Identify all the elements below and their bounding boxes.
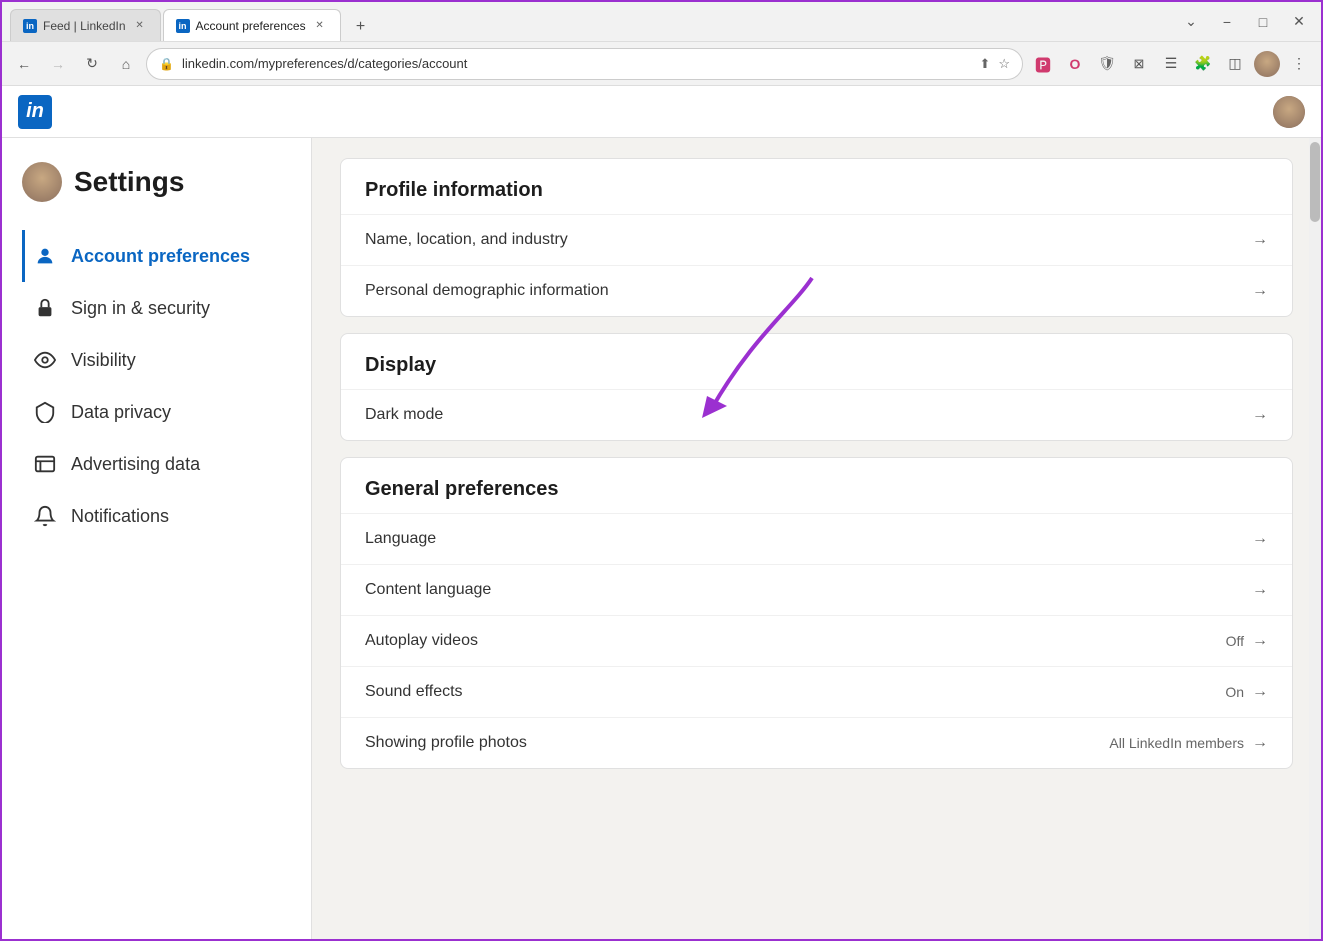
showing-profile-photos-value: All LinkedIn members <box>1109 735 1244 751</box>
sidebar-toggle-icon[interactable]: ◫ <box>1221 50 1249 78</box>
tab-account[interactable]: in Account preferences ✕ <box>163 9 341 41</box>
sidebar-item-visibility-label: Visibility <box>71 350 136 371</box>
minimize-button[interactable]: − <box>1213 8 1241 36</box>
sidebar-item-data-privacy[interactable]: Data privacy <box>22 386 291 438</box>
sidebar-item-notifications[interactable]: Notifications <box>22 490 291 542</box>
main-panel: Profile information Name, location, and … <box>312 138 1321 939</box>
showing-profile-photos-item[interactable]: Showing profile photos All LinkedIn memb… <box>341 717 1292 768</box>
back-button[interactable]: ← <box>10 50 38 78</box>
forward-button[interactable]: → <box>44 50 72 78</box>
name-location-label: Name, location, and industry <box>365 231 1252 249</box>
content-area: Settings Account preferences <box>2 138 1321 939</box>
new-tab-button[interactable]: + <box>347 13 375 41</box>
content-language-label: Content language <box>365 581 1252 599</box>
browser-titlebar: in Feed | LinkedIn ✕ in Account preferen… <box>2 2 1321 42</box>
sidebar-item-data-privacy-label: Data privacy <box>71 402 171 423</box>
profile-information-card: Profile information Name, location, and … <box>340 158 1293 317</box>
general-preferences-title: General preferences <box>341 458 1292 513</box>
sidebar-item-account-preferences[interactable]: Account preferences <box>22 230 291 282</box>
content-language-item[interactable]: Content language → <box>341 564 1292 615</box>
eye-icon <box>33 348 57 372</box>
personal-demographic-item[interactable]: Personal demographic information → <box>341 265 1292 316</box>
settings-avatar <box>22 162 62 202</box>
content-language-arrow: → <box>1252 581 1268 599</box>
autoplay-videos-value: Off <box>1226 633 1244 649</box>
profile-information-title: Profile information <box>341 159 1292 214</box>
linkedin-logo[interactable]: in <box>18 95 52 129</box>
tab-bar: in Feed | LinkedIn ✕ in Account preferen… <box>10 2 375 41</box>
language-item[interactable]: Language → <box>341 513 1292 564</box>
linkedin-header: in <box>2 86 1321 138</box>
sound-effects-value: On <box>1225 684 1244 700</box>
tab-list-button[interactable]: ⌄ <box>1177 8 1205 36</box>
general-preferences-card: General preferences Language → Content l… <box>340 457 1293 769</box>
maximize-button[interactable]: □ <box>1249 8 1277 36</box>
browser-frame: in Feed | LinkedIn ✕ in Account preferen… <box>0 0 1323 941</box>
sidebar-item-advertising-data[interactable]: Advertising data <box>22 438 291 490</box>
display-card: Display Dark mode → <box>340 333 1293 441</box>
puzzle-icon[interactable]: 🧩 <box>1189 50 1217 78</box>
showing-profile-photos-label: Showing profile photos <box>365 734 1109 752</box>
bell-icon <box>33 504 57 528</box>
share-icon[interactable]: ⬆ <box>979 56 990 72</box>
address-bar[interactable]: 🔒 linkedin.com/mypreferences/d/categorie… <box>146 48 1023 80</box>
tab-feed-close[interactable]: ✕ <box>132 18 148 34</box>
tab-feed[interactable]: in Feed | LinkedIn ✕ <box>10 9 161 41</box>
address-text: linkedin.com/mypreferences/d/categories/… <box>182 56 971 71</box>
personal-demographic-label: Personal demographic information <box>365 282 1252 300</box>
autoplay-videos-arrow: → <box>1252 632 1268 650</box>
sidebar-item-notifications-label: Notifications <box>71 506 169 527</box>
header-right <box>1273 96 1305 128</box>
autoplay-videos-label: Autoplay videos <box>365 632 1226 650</box>
name-location-item[interactable]: Name, location, and industry → <box>341 214 1292 265</box>
display-title: Display <box>341 334 1292 389</box>
shield-icon <box>33 400 57 424</box>
header-avatar[interactable] <box>1273 96 1305 128</box>
person-icon <box>33 244 57 268</box>
opera-extension-icon[interactable]: O <box>1061 50 1089 78</box>
sound-effects-arrow: → <box>1252 683 1268 701</box>
settings-title: Settings <box>74 166 184 198</box>
reload-button[interactable]: ↻ <box>78 50 106 78</box>
sidebar-item-visibility[interactable]: Visibility <box>22 334 291 386</box>
menu-icon[interactable]: ⋮ <box>1285 50 1313 78</box>
sidebar-item-advertising-label: Advertising data <box>71 454 200 475</box>
language-arrow: → <box>1252 530 1268 548</box>
sidebar-item-sign-in-label: Sign in & security <box>71 298 210 319</box>
extension-icon-3[interactable]: ☰ <box>1157 50 1185 78</box>
tab-feed-favicon: in <box>23 19 37 33</box>
user-menu-icon[interactable] <box>1253 50 1281 78</box>
extension-icon-1[interactable]: 🛡 <box>1093 50 1121 78</box>
tab-account-favicon: in <box>176 19 190 33</box>
browser-toolbar: ← → ↻ ⌂ 🔒 linkedin.com/mypreferences/d/c… <box>2 42 1321 86</box>
sidebar-nav: Account preferences Sign in & security <box>22 230 291 542</box>
personal-demographic-arrow: → <box>1252 282 1268 300</box>
lock-icon <box>33 296 57 320</box>
sidebar-item-account-preferences-label: Account preferences <box>71 246 250 267</box>
linkedin-app: in Settings <box>2 86 1321 939</box>
tab-account-label: Account preferences <box>196 19 306 33</box>
toolbar-actions: 🅿 O 🛡 ⊠ ☰ 🧩 ◫ ⋮ <box>1029 50 1313 78</box>
dark-mode-label: Dark mode <box>365 406 1252 424</box>
tab-account-close[interactable]: ✕ <box>312 18 328 34</box>
ad-icon <box>33 452 57 476</box>
extension-icon-2[interactable]: ⊠ <box>1125 50 1153 78</box>
tab-feed-label: Feed | LinkedIn <box>43 19 126 33</box>
bookmark-icon[interactable]: ☆ <box>998 56 1010 72</box>
language-label: Language <box>365 530 1252 548</box>
sound-effects-label: Sound effects <box>365 683 1225 701</box>
dark-mode-arrow: → <box>1252 406 1268 424</box>
sidebar: Settings Account preferences <box>2 138 312 939</box>
showing-profile-photos-arrow: → <box>1252 734 1268 752</box>
dark-mode-item[interactable]: Dark mode → <box>341 389 1292 440</box>
sidebar-item-sign-in-security[interactable]: Sign in & security <box>22 282 291 334</box>
sound-effects-item[interactable]: Sound effects On → <box>341 666 1292 717</box>
home-button[interactable]: ⌂ <box>112 50 140 78</box>
settings-header: Settings <box>22 162 291 202</box>
lock-icon: 🔒 <box>159 57 174 71</box>
autoplay-videos-item[interactable]: Autoplay videos Off → <box>341 615 1292 666</box>
close-button[interactable]: ✕ <box>1285 8 1313 36</box>
pocket-extension-icon[interactable]: 🅿 <box>1029 50 1057 78</box>
name-location-arrow: → <box>1252 231 1268 249</box>
